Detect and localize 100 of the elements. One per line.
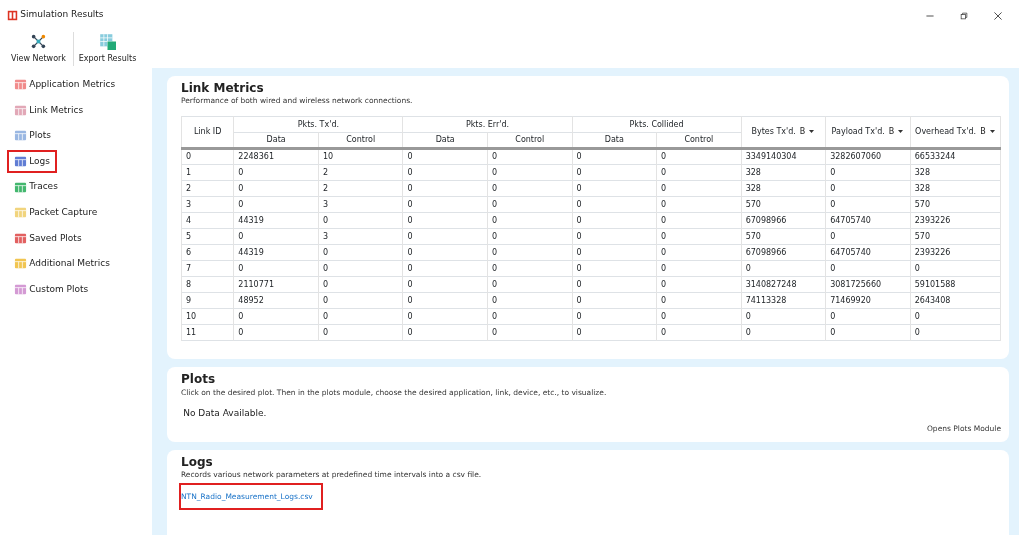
table-cell: 0 <box>487 292 573 309</box>
unit-dropdown[interactable]: B <box>976 126 996 139</box>
log-icon <box>14 155 27 169</box>
table-cell: 0 <box>487 276 573 293</box>
column-header: Data <box>402 132 488 149</box>
sidebar-item[interactable]: Application Metrics <box>0 72 140 98</box>
table-cell: 3 <box>318 196 403 213</box>
app-logo-icon <box>7 9 18 21</box>
table-cell: 5 <box>181 228 234 245</box>
table-cell: 0 <box>318 292 403 309</box>
table-cell: 0 <box>656 324 742 341</box>
table-cell: 67098966 <box>741 212 826 229</box>
table-cell: 0 <box>656 148 742 165</box>
table-cell: 0 <box>910 308 1001 325</box>
table-cell: 0 <box>572 228 657 245</box>
sidebar-item[interactable]: Plots <box>0 123 140 149</box>
table-cell: 11 <box>181 324 234 341</box>
table-cell: 0 <box>233 324 319 341</box>
table-cell: 0 <box>233 180 319 197</box>
table-cell: 0 <box>487 260 573 277</box>
column-header: Pkts. Err'd. <box>402 116 573 133</box>
section-title: Link Metrics <box>181 82 265 96</box>
table-cell: 570 <box>910 228 1001 245</box>
table-cell: 0 <box>656 244 742 261</box>
table-cell: 570 <box>910 196 1001 213</box>
table-cell: 0 <box>318 308 403 325</box>
table-cell: 0 <box>318 212 403 229</box>
table-cell: 44319 <box>233 244 319 261</box>
table-cell: 0 <box>656 260 742 277</box>
table-cell: 0 <box>825 324 911 341</box>
table-cell: 2 <box>318 180 403 197</box>
table-cell: 0 <box>572 260 657 277</box>
table-cell: 0 <box>402 196 488 213</box>
table-cell: 0 <box>402 228 488 245</box>
table-cell: 48952 <box>233 292 319 309</box>
csv-icon <box>14 180 27 194</box>
table-icon <box>14 103 27 117</box>
column-header: Payload Tx'd. <box>831 127 885 137</box>
table-cell: 0 <box>825 308 911 325</box>
window-title: Simulation Results <box>20 8 104 22</box>
table-cell: 328 <box>741 164 826 181</box>
table-cell: 0 <box>402 180 488 197</box>
table-cell: 328 <box>910 180 1001 197</box>
sidebar-item[interactable]: Custom Plots <box>0 276 140 303</box>
table-cell: 0 <box>487 324 573 341</box>
table-cell: 2393226 <box>910 244 1001 261</box>
table-cell: 570 <box>741 228 826 245</box>
table-cell: 2 <box>318 164 403 181</box>
close-icon <box>992 10 1003 21</box>
table-cell: 0 <box>402 308 488 325</box>
table-cell: 0 <box>825 228 911 245</box>
sidebar-item[interactable]: Link Metrics <box>0 97 140 124</box>
table-cell: 0 <box>233 308 319 325</box>
table-cell: 0 <box>402 148 488 165</box>
sidebar-item[interactable]: Traces <box>0 174 140 200</box>
table-cell: 2 <box>181 180 234 197</box>
toolbar-button[interactable]: Export Results <box>73 30 142 68</box>
table-cell: 0 <box>402 276 488 293</box>
table-cell: 0 <box>181 148 234 165</box>
table-cell: 0 <box>233 164 319 181</box>
table-cell: 328 <box>741 180 826 197</box>
network-icon <box>30 33 47 50</box>
sidebar-item[interactable]: Packet Capture <box>0 199 140 226</box>
table-cell: 2643408 <box>910 292 1001 309</box>
column-header: Overhead Tx'd. <box>915 127 977 137</box>
table-cell: 0 <box>402 292 488 309</box>
sidebar-item[interactable]: Additional Metrics <box>0 251 140 277</box>
table-cell: 2248361 <box>233 148 319 165</box>
table-cell: 8 <box>181 276 234 293</box>
table-cell: 0 <box>572 244 657 261</box>
caret-down-icon <box>897 128 905 136</box>
table-cell: 0 <box>572 276 657 293</box>
table-cell: 328 <box>910 164 1001 181</box>
unit-dropdown[interactable]: B <box>884 126 905 139</box>
table-cell: 0 <box>572 196 657 213</box>
table-cell: 0 <box>572 324 657 341</box>
table-cell: 0 <box>318 260 403 277</box>
toolbar-button[interactable]: View Network <box>4 30 73 68</box>
table-cell: 7 <box>181 260 234 277</box>
column-header: Data <box>572 132 657 149</box>
table-cell: 0 <box>741 308 826 325</box>
table-cell: 6 <box>181 244 234 261</box>
caret-down-icon <box>808 128 816 136</box>
column-header: Control <box>318 132 403 149</box>
sidebar-item[interactable]: Logs <box>6 148 58 175</box>
table-cell: 0 <box>910 324 1001 341</box>
table-cell: 59101588 <box>910 276 1001 293</box>
column-header: Control <box>487 132 573 149</box>
table-cell: 10 <box>181 308 234 325</box>
table-cell: 0 <box>487 164 573 181</box>
unit-dropdown[interactable]: B <box>795 126 816 139</box>
table-cell: 67098966 <box>741 244 826 261</box>
sidebar-item[interactable]: Saved Plots <box>0 225 140 252</box>
table-cell: 66533244 <box>910 148 1001 165</box>
table-icon <box>14 78 27 92</box>
table-cell: 3081725660 <box>825 276 911 293</box>
column-header: Pkts. Collided <box>572 116 742 133</box>
table-cell: 0 <box>318 324 403 341</box>
spreadsheet-icon <box>99 33 116 50</box>
column-header: Link ID <box>181 116 234 149</box>
